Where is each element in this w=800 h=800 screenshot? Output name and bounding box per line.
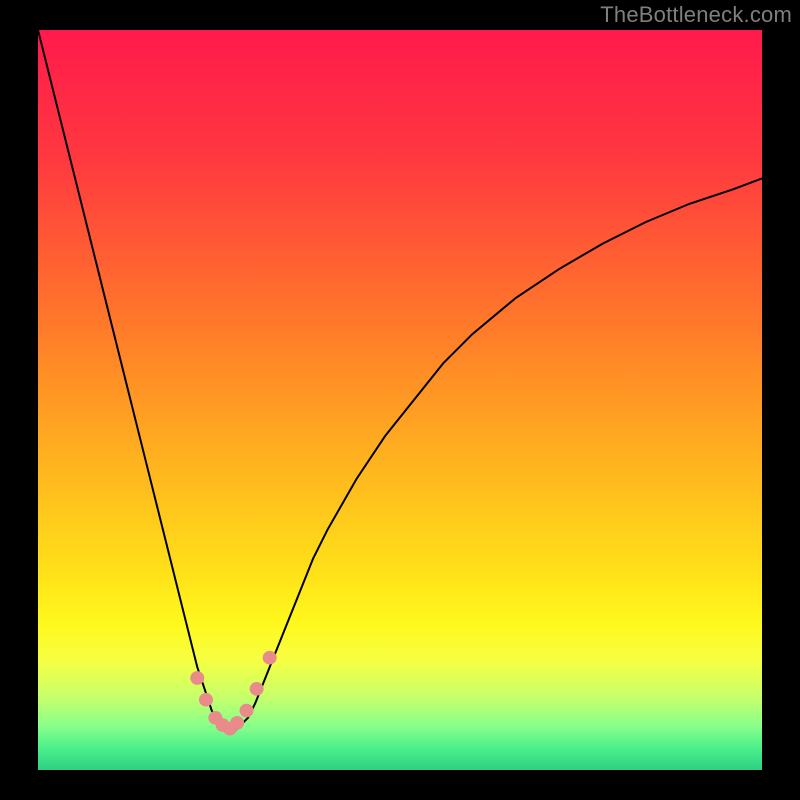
highlight-dots [190,651,276,736]
highlight-dot [199,693,213,707]
highlight-dot [250,682,264,696]
chart-frame: TheBottleneck.com [0,0,800,800]
bottleneck-curve [38,30,762,732]
highlight-dot [190,671,204,685]
watermark: TheBottleneck.com [600,2,792,28]
plot-area [38,30,762,770]
highlight-dot [240,704,254,718]
highlight-dot [230,716,244,730]
highlight-dot [263,651,277,665]
curve-layer [38,30,762,754]
